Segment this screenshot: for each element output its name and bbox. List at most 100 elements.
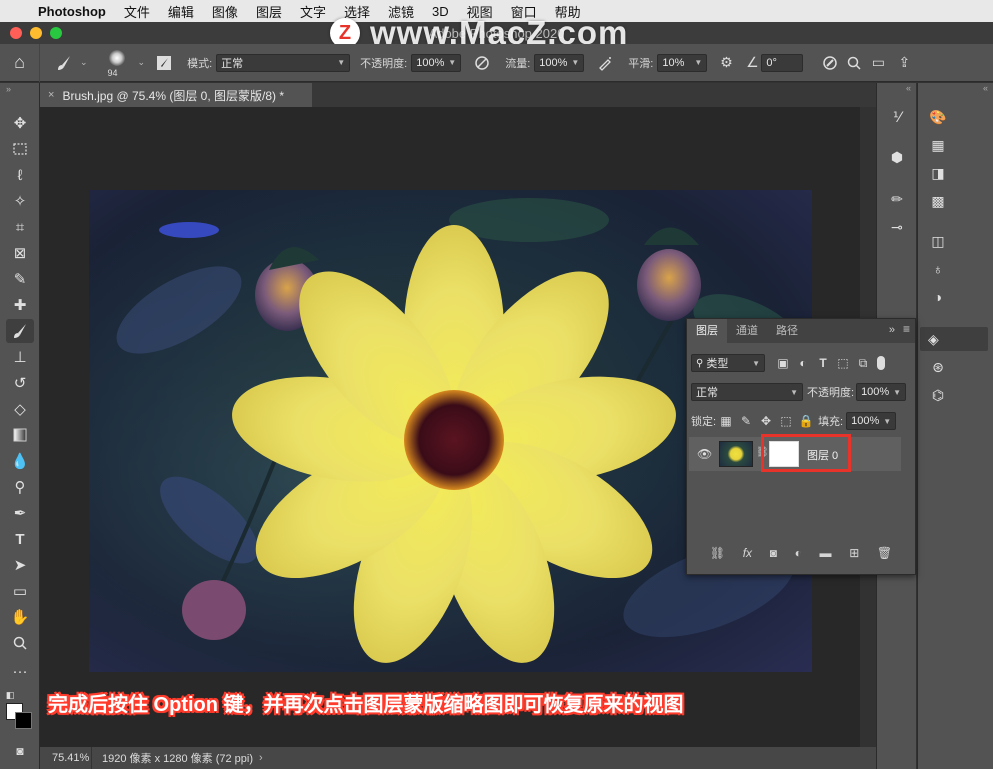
chevron-down-icon[interactable]: ⌄: [80, 57, 88, 68]
path-selection-tool-icon[interactable]: ➤: [6, 553, 34, 577]
history-brush-tool-icon[interactable]: ↺: [6, 371, 34, 395]
filter-adjustment-icon[interactable]: ◐: [793, 354, 813, 372]
layer-row[interactable]: 👁 ⛓ 图层 0: [689, 434, 901, 472]
menu-edit[interactable]: 编辑: [168, 2, 194, 21]
fx-icon[interactable]: fx: [743, 546, 752, 560]
new-layer-icon[interactable]: ⊞: [849, 546, 859, 560]
document-tab[interactable]: × Brush.jpg @ 75.4% (图层 0, 图层蒙版/8) *: [40, 83, 312, 107]
dodge-tool-icon[interactable]: ⚲: [6, 475, 34, 499]
chevron-down-icon[interactable]: ⌄: [138, 57, 146, 68]
rectangle-tool-icon[interactable]: ▭: [6, 579, 34, 603]
gradient-tool-icon[interactable]: [6, 423, 34, 447]
adjustments-panel-icon[interactable]: ◑: [924, 285, 952, 309]
color-panel-icon[interactable]: 🎨: [924, 105, 952, 129]
home-icon[interactable]: ⌂: [0, 43, 40, 82]
swatches-panel-icon[interactable]: ▦: [924, 133, 952, 157]
pressure-size-icon[interactable]: [817, 55, 843, 71]
brush-settings-panel-icon[interactable]: [151, 55, 177, 71]
menu-type[interactable]: 文字: [300, 2, 326, 21]
search-icon[interactable]: [843, 56, 865, 70]
paths-panel-icon[interactable]: ⌬: [924, 383, 952, 407]
collapse-icon[interactable]: «: [877, 83, 917, 95]
tab-channels[interactable]: 通道: [727, 319, 767, 343]
layer-name[interactable]: 图层 0: [807, 447, 838, 463]
expand-icon[interactable]: »: [889, 324, 895, 336]
layer-thumbnail[interactable]: [719, 441, 753, 467]
opacity-input[interactable]: 100% ▼: [411, 53, 462, 72]
lock-artboard-icon[interactable]: ⬚: [776, 412, 796, 430]
menu-file[interactable]: 文件: [124, 2, 150, 21]
share-icon[interactable]: ⇪: [891, 54, 917, 71]
lasso-tool-icon[interactable]: ℓ: [6, 163, 34, 187]
healing-brush-tool-icon[interactable]: ✚: [6, 293, 34, 317]
menu-image[interactable]: 图像: [212, 2, 238, 21]
lock-position-icon[interactable]: ✥: [756, 412, 776, 430]
lock-all-icon[interactable]: 🔒: [796, 412, 816, 430]
eraser-tool-icon[interactable]: ◇: [6, 397, 34, 421]
marquee-tool-icon[interactable]: [6, 137, 34, 161]
filter-kind-select[interactable]: ⚲ 类型 ▼: [691, 354, 765, 372]
menu-layer[interactable]: 图层: [256, 2, 282, 21]
3d-panel-icon[interactable]: ⬢: [883, 145, 911, 169]
tab-paths[interactable]: 路径: [767, 319, 807, 343]
hand-tool-icon[interactable]: ✋: [6, 605, 34, 629]
pressure-opacity-icon[interactable]: [469, 55, 495, 71]
link-layers-icon[interactable]: ⛓: [710, 546, 725, 560]
panel-menu-icon[interactable]: ≡: [903, 322, 910, 336]
pen-tool-icon[interactable]: ✒: [6, 501, 34, 525]
blend-mode-select[interactable]: 正常 ▼: [691, 383, 803, 401]
filter-shape-icon[interactable]: ⬚: [833, 354, 853, 372]
eye-icon[interactable]: 👁: [697, 447, 712, 461]
flow-input[interactable]: 100% ▼: [534, 53, 585, 72]
collapse-icon[interactable]: «: [918, 83, 993, 95]
mode-select[interactable]: 正常 ▼: [216, 53, 351, 72]
properties-panel-icon[interactable]: ◫: [924, 229, 952, 253]
gear-icon[interactable]: ⚙: [713, 54, 739, 71]
fill-input[interactable]: 100% ▼: [846, 412, 897, 430]
move-tool-icon[interactable]: ✥: [6, 111, 34, 135]
angle-input[interactable]: 0°: [761, 53, 804, 72]
new-adjustment-layer-icon[interactable]: ◐: [795, 546, 802, 560]
filter-pixel-icon[interactable]: ▣: [773, 354, 793, 372]
panel-collapse-icon[interactable]: »: [0, 83, 39, 99]
blur-tool-icon[interactable]: 💧: [6, 449, 34, 473]
add-mask-icon[interactable]: ◙: [770, 546, 777, 560]
trash-icon[interactable]: 🗑: [877, 546, 892, 560]
tab-layers[interactable]: 图层: [687, 319, 727, 343]
close-tab-icon[interactable]: ×: [48, 89, 54, 101]
learn-panel-icon[interactable]: ♁: [924, 257, 952, 281]
brush-settings-icon[interactable]: ✏: [883, 187, 911, 211]
channels-panel-icon[interactable]: ⊛: [924, 355, 952, 379]
filter-toggle[interactable]: [877, 356, 885, 370]
patterns-panel-icon[interactable]: ▩: [924, 189, 952, 213]
airbrush-icon[interactable]: [592, 55, 618, 71]
layer-opacity-input[interactable]: 100% ▼: [856, 383, 907, 401]
layers-panel-icon[interactable]: ◈: [920, 327, 988, 351]
brush-preset-picker[interactable]: 94: [100, 45, 138, 81]
history-panel-icon[interactable]: ⅟: [883, 105, 911, 129]
filter-smart-object-icon[interactable]: ⧉: [853, 354, 873, 372]
smoothing-input[interactable]: 10% ▼: [657, 53, 708, 72]
quick-mask-icon[interactable]: ◙: [6, 739, 34, 763]
frame-tool-icon[interactable]: ⊠: [6, 241, 34, 265]
zoom-level[interactable]: 75.41%: [40, 747, 92, 769]
gradients-panel-icon[interactable]: ◨: [924, 161, 952, 185]
lock-pixels-icon[interactable]: ✎: [736, 412, 756, 430]
new-group-icon[interactable]: ▬: [820, 546, 832, 560]
brush-tool-icon[interactable]: [48, 55, 80, 71]
zoom-tool-icon[interactable]: [6, 631, 34, 655]
type-tool-icon[interactable]: T: [6, 527, 34, 551]
workspace-icon[interactable]: ▭: [865, 54, 891, 71]
lock-transparency-icon[interactable]: ▦: [716, 412, 736, 430]
menu-app-name[interactable]: Photoshop: [38, 4, 106, 19]
stamp-tool-icon[interactable]: ⊥: [6, 345, 34, 369]
tool-presets-icon[interactable]: ⊸: [883, 215, 911, 239]
filter-type-icon[interactable]: T: [813, 354, 833, 372]
eyedropper-tool-icon[interactable]: ✎: [6, 267, 34, 291]
magic-wand-tool-icon[interactable]: ✧: [6, 189, 34, 213]
more-tools-icon[interactable]: ···: [6, 659, 34, 683]
background-color-swatch[interactable]: [15, 712, 32, 729]
brush-tool-icon[interactable]: [6, 319, 34, 343]
chevron-right-icon[interactable]: ›: [259, 752, 263, 764]
crop-tool-icon[interactable]: ⌗: [6, 215, 34, 239]
